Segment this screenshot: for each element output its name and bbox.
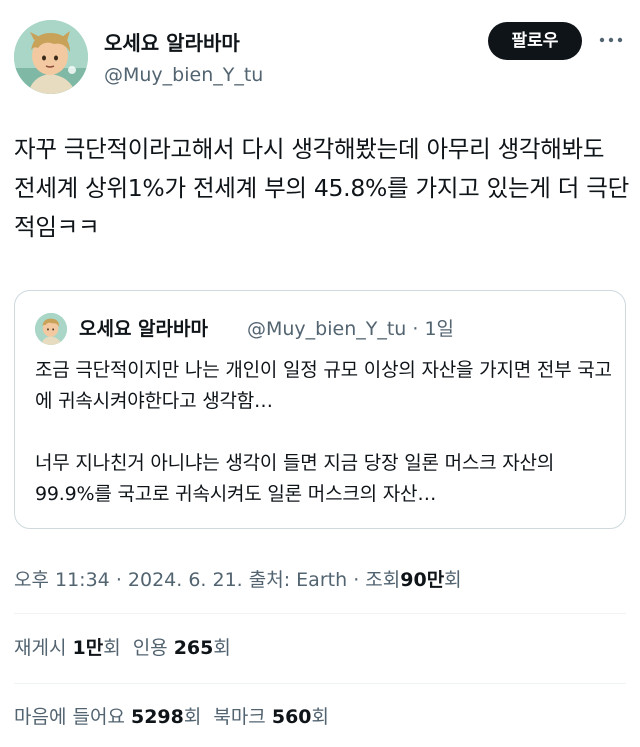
reposts-label: 재게시 [14, 637, 67, 659]
quoted-tweet[interactable]: 오세요 알라바마 @Muy_bien_Y_tu · 1일 조금 극단적이지만 나… [14, 290, 626, 529]
tweet-time[interactable]: 오후 11:34 [14, 569, 110, 591]
quoted-display-name: 오세요 알라바마 [79, 318, 208, 340]
source: 출처: Earth [248, 569, 348, 591]
likes-stat[interactable]: 마음에 들어요 5298회 [14, 706, 201, 728]
avatar[interactable] [14, 20, 88, 94]
views-label: 조회 [365, 569, 401, 591]
repost-quote-stats: 재게시 1만회 인용 265회 [14, 634, 231, 662]
reposts-stat[interactable]: 재게시 1만회 [14, 637, 121, 659]
like-bookmark-stats: 마음에 들어요 5298회 북마크 560회 [14, 703, 329, 731]
bookmarks-suffix: 회 [311, 706, 329, 728]
quoted-avatar [35, 313, 67, 345]
follow-button[interactable]: 팔로우 [488, 22, 582, 60]
quoted-paragraph-2: 너무 지나친거 아니냐는 생각이 들면 지금 당장 일론 머스크 자산의 99.… [35, 452, 555, 505]
quotes-label: 인용 [132, 637, 168, 659]
separator: · [115, 569, 122, 591]
display-name[interactable]: 오세요 알라바마 [104, 30, 263, 56]
bookmarks-label: 북마크 [213, 706, 266, 728]
bookmarks-count: 560 [271, 706, 312, 728]
quoted-tweet-header: 오세요 알라바마 @Muy_bien_Y_tu · 1일 [35, 313, 615, 347]
tweet-header: 오세요 알라바마 @Muy_bien_Y_tu 팔로우 [0, 0, 640, 110]
quotes-stat[interactable]: 인용 265회 [133, 637, 231, 659]
likes-label: 마음에 들어요 [14, 706, 125, 728]
reposts-count: 1만 [72, 637, 104, 659]
quoted-tweet-text: 조금 극단적이지만 나는 개인이 일정 규모 이상의 자산을 가지면 전부 국고… [35, 355, 615, 510]
quoted-paragraph-1: 조금 극단적이지만 나는 개인이 일정 규모 이상의 자산을 가지면 전부 국고… [35, 359, 612, 412]
quoted-handle-time: @Muy_bien_Y_tu · 1일 [247, 318, 455, 340]
likes-suffix: 회 [183, 706, 202, 728]
tweet-meta: 오후 11:34 · 2024. 6. 21. 출처: Earth · 조회90… [14, 566, 462, 594]
divider [14, 683, 626, 684]
quotes-suffix: 회 [213, 637, 231, 659]
views-suffix: 회 [444, 569, 462, 591]
views-count: 90만 [400, 569, 445, 591]
more-horizontal-icon[interactable] [596, 30, 626, 50]
likes-count: 5298 [130, 706, 184, 728]
handle[interactable]: @Muy_bien_Y_tu [104, 62, 263, 88]
reposts-suffix: 회 [103, 637, 121, 659]
avatar-illustration [14, 20, 88, 94]
divider [14, 613, 626, 614]
bookmarks-stat[interactable]: 북마크 560회 [213, 706, 329, 728]
author-names: 오세요 알라바마 @Muy_bien_Y_tu [104, 30, 263, 88]
quotes-count: 265 [173, 637, 214, 659]
separator: · [353, 569, 360, 591]
tweet-text: 자꾸 극단적이라고해서 다시 생각해봤는데 아무리 생각해봐도 전세계 상위1%… [14, 135, 629, 241]
tweet-date[interactable]: 2024. 6. 21. [128, 569, 243, 591]
